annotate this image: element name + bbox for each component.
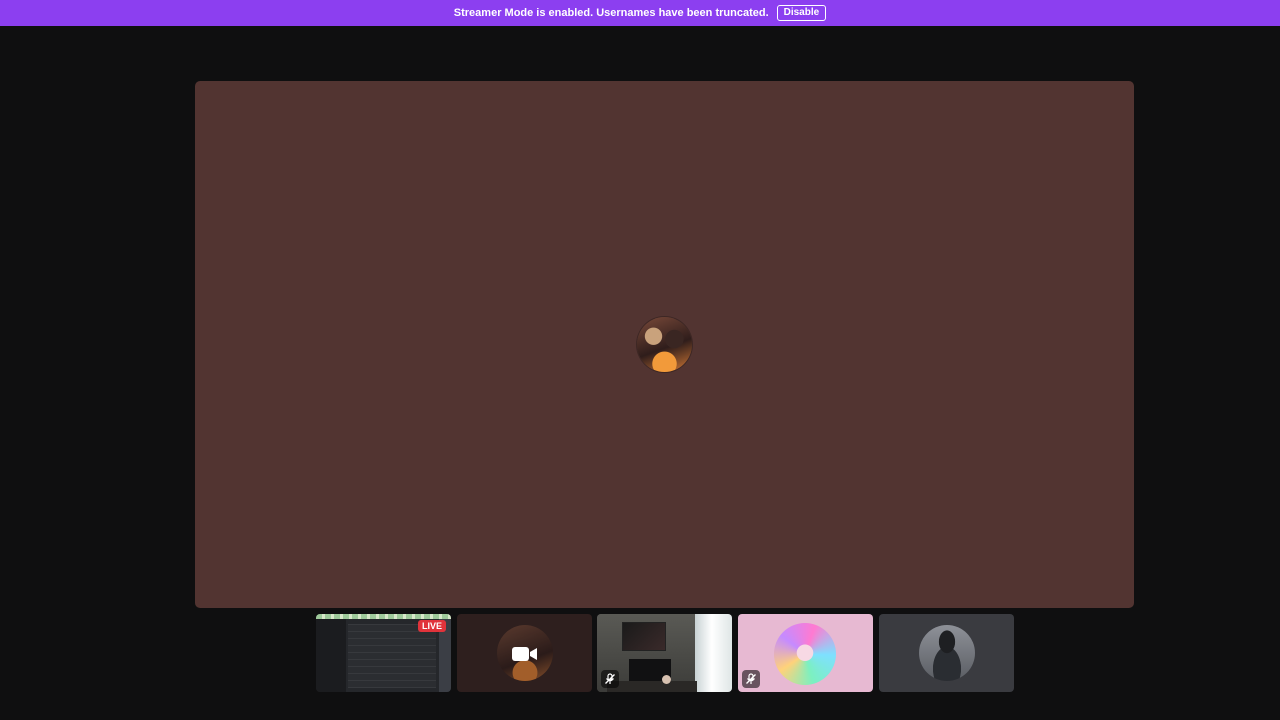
screen-share-sidebar [316,619,346,692]
tile-anime-avatar[interactable] [738,614,873,692]
tile-video-room[interactable] [597,614,732,692]
tile-jersey-avatar[interactable] [879,614,1014,692]
screen-share-content [348,624,436,688]
participant-tiles: LIVE [316,614,1014,692]
video-poster [622,622,666,651]
disable-streamer-mode-button[interactable]: Disable [776,5,827,21]
participant-mini-avatar [662,675,671,684]
mic-muted-icon [601,670,619,688]
tile-screen-share[interactable]: LIVE [316,614,451,692]
streamer-mode-banner: Streamer Mode is enabled. Usernames have… [0,0,1280,26]
video-desk [607,681,697,692]
main-stage[interactable] [195,81,1134,608]
video-window [695,614,732,692]
live-badge: LIVE [417,620,446,632]
tile-camera-off[interactable] [457,614,592,692]
participant-avatar [774,623,836,685]
mic-muted-icon [742,670,760,688]
camera-icon [512,647,537,661]
streamer-mode-message: Streamer Mode is enabled. Usernames have… [453,7,769,19]
stage-user-avatar [637,317,692,372]
participant-avatar [919,625,975,681]
